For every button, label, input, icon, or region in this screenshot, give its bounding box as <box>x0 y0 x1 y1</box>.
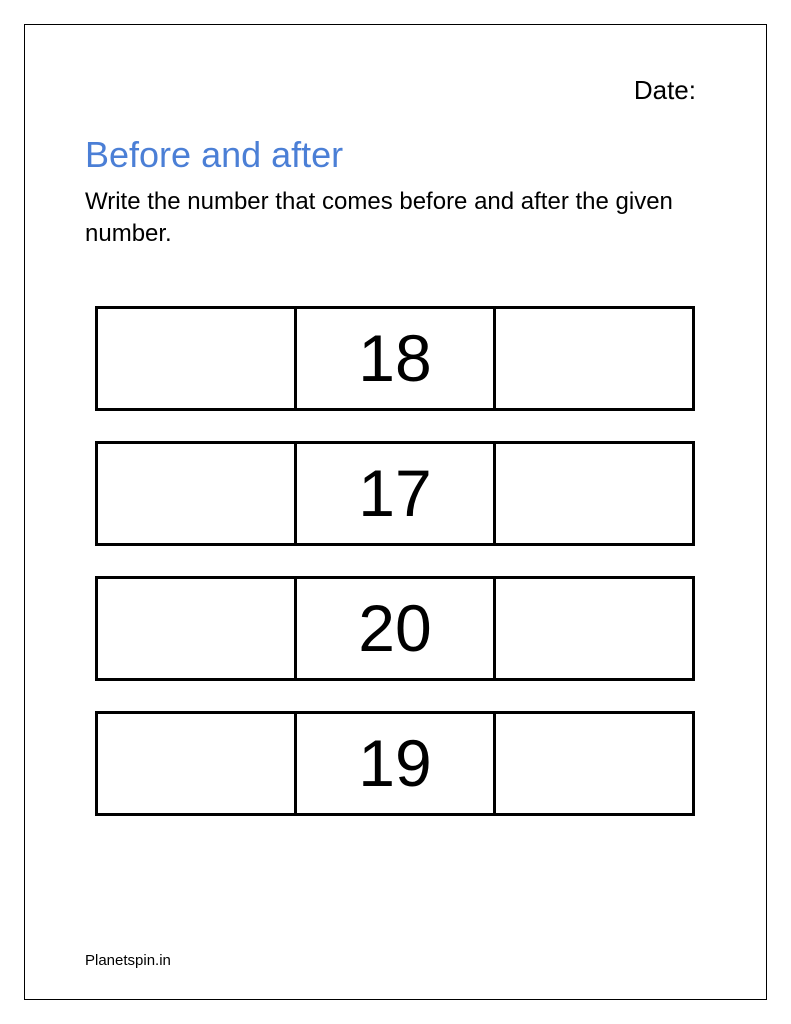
after-cell[interactable] <box>496 441 695 546</box>
given-cell: 19 <box>294 711 496 816</box>
worksheet-page: Date: Before and after Write the number … <box>24 24 767 1000</box>
footer-text: Planetspin.in <box>85 952 171 969</box>
number-row: 17 <box>95 441 695 546</box>
number-rows: 18 17 20 19 <box>85 306 706 816</box>
number-row: 19 <box>95 711 695 816</box>
given-cell: 17 <box>294 441 496 546</box>
date-label: Date: <box>85 75 706 106</box>
before-cell[interactable] <box>95 441 294 546</box>
number-row: 18 <box>95 306 695 411</box>
after-cell[interactable] <box>496 711 695 816</box>
before-cell[interactable] <box>95 576 294 681</box>
before-cell[interactable] <box>95 711 294 816</box>
given-cell: 20 <box>294 576 496 681</box>
instruction-text: Write the number that comes before and a… <box>85 186 706 251</box>
after-cell[interactable] <box>496 306 695 411</box>
number-row: 20 <box>95 576 695 681</box>
before-cell[interactable] <box>95 306 294 411</box>
given-cell: 18 <box>294 306 496 411</box>
after-cell[interactable] <box>496 576 695 681</box>
page-title: Before and after <box>85 134 706 176</box>
